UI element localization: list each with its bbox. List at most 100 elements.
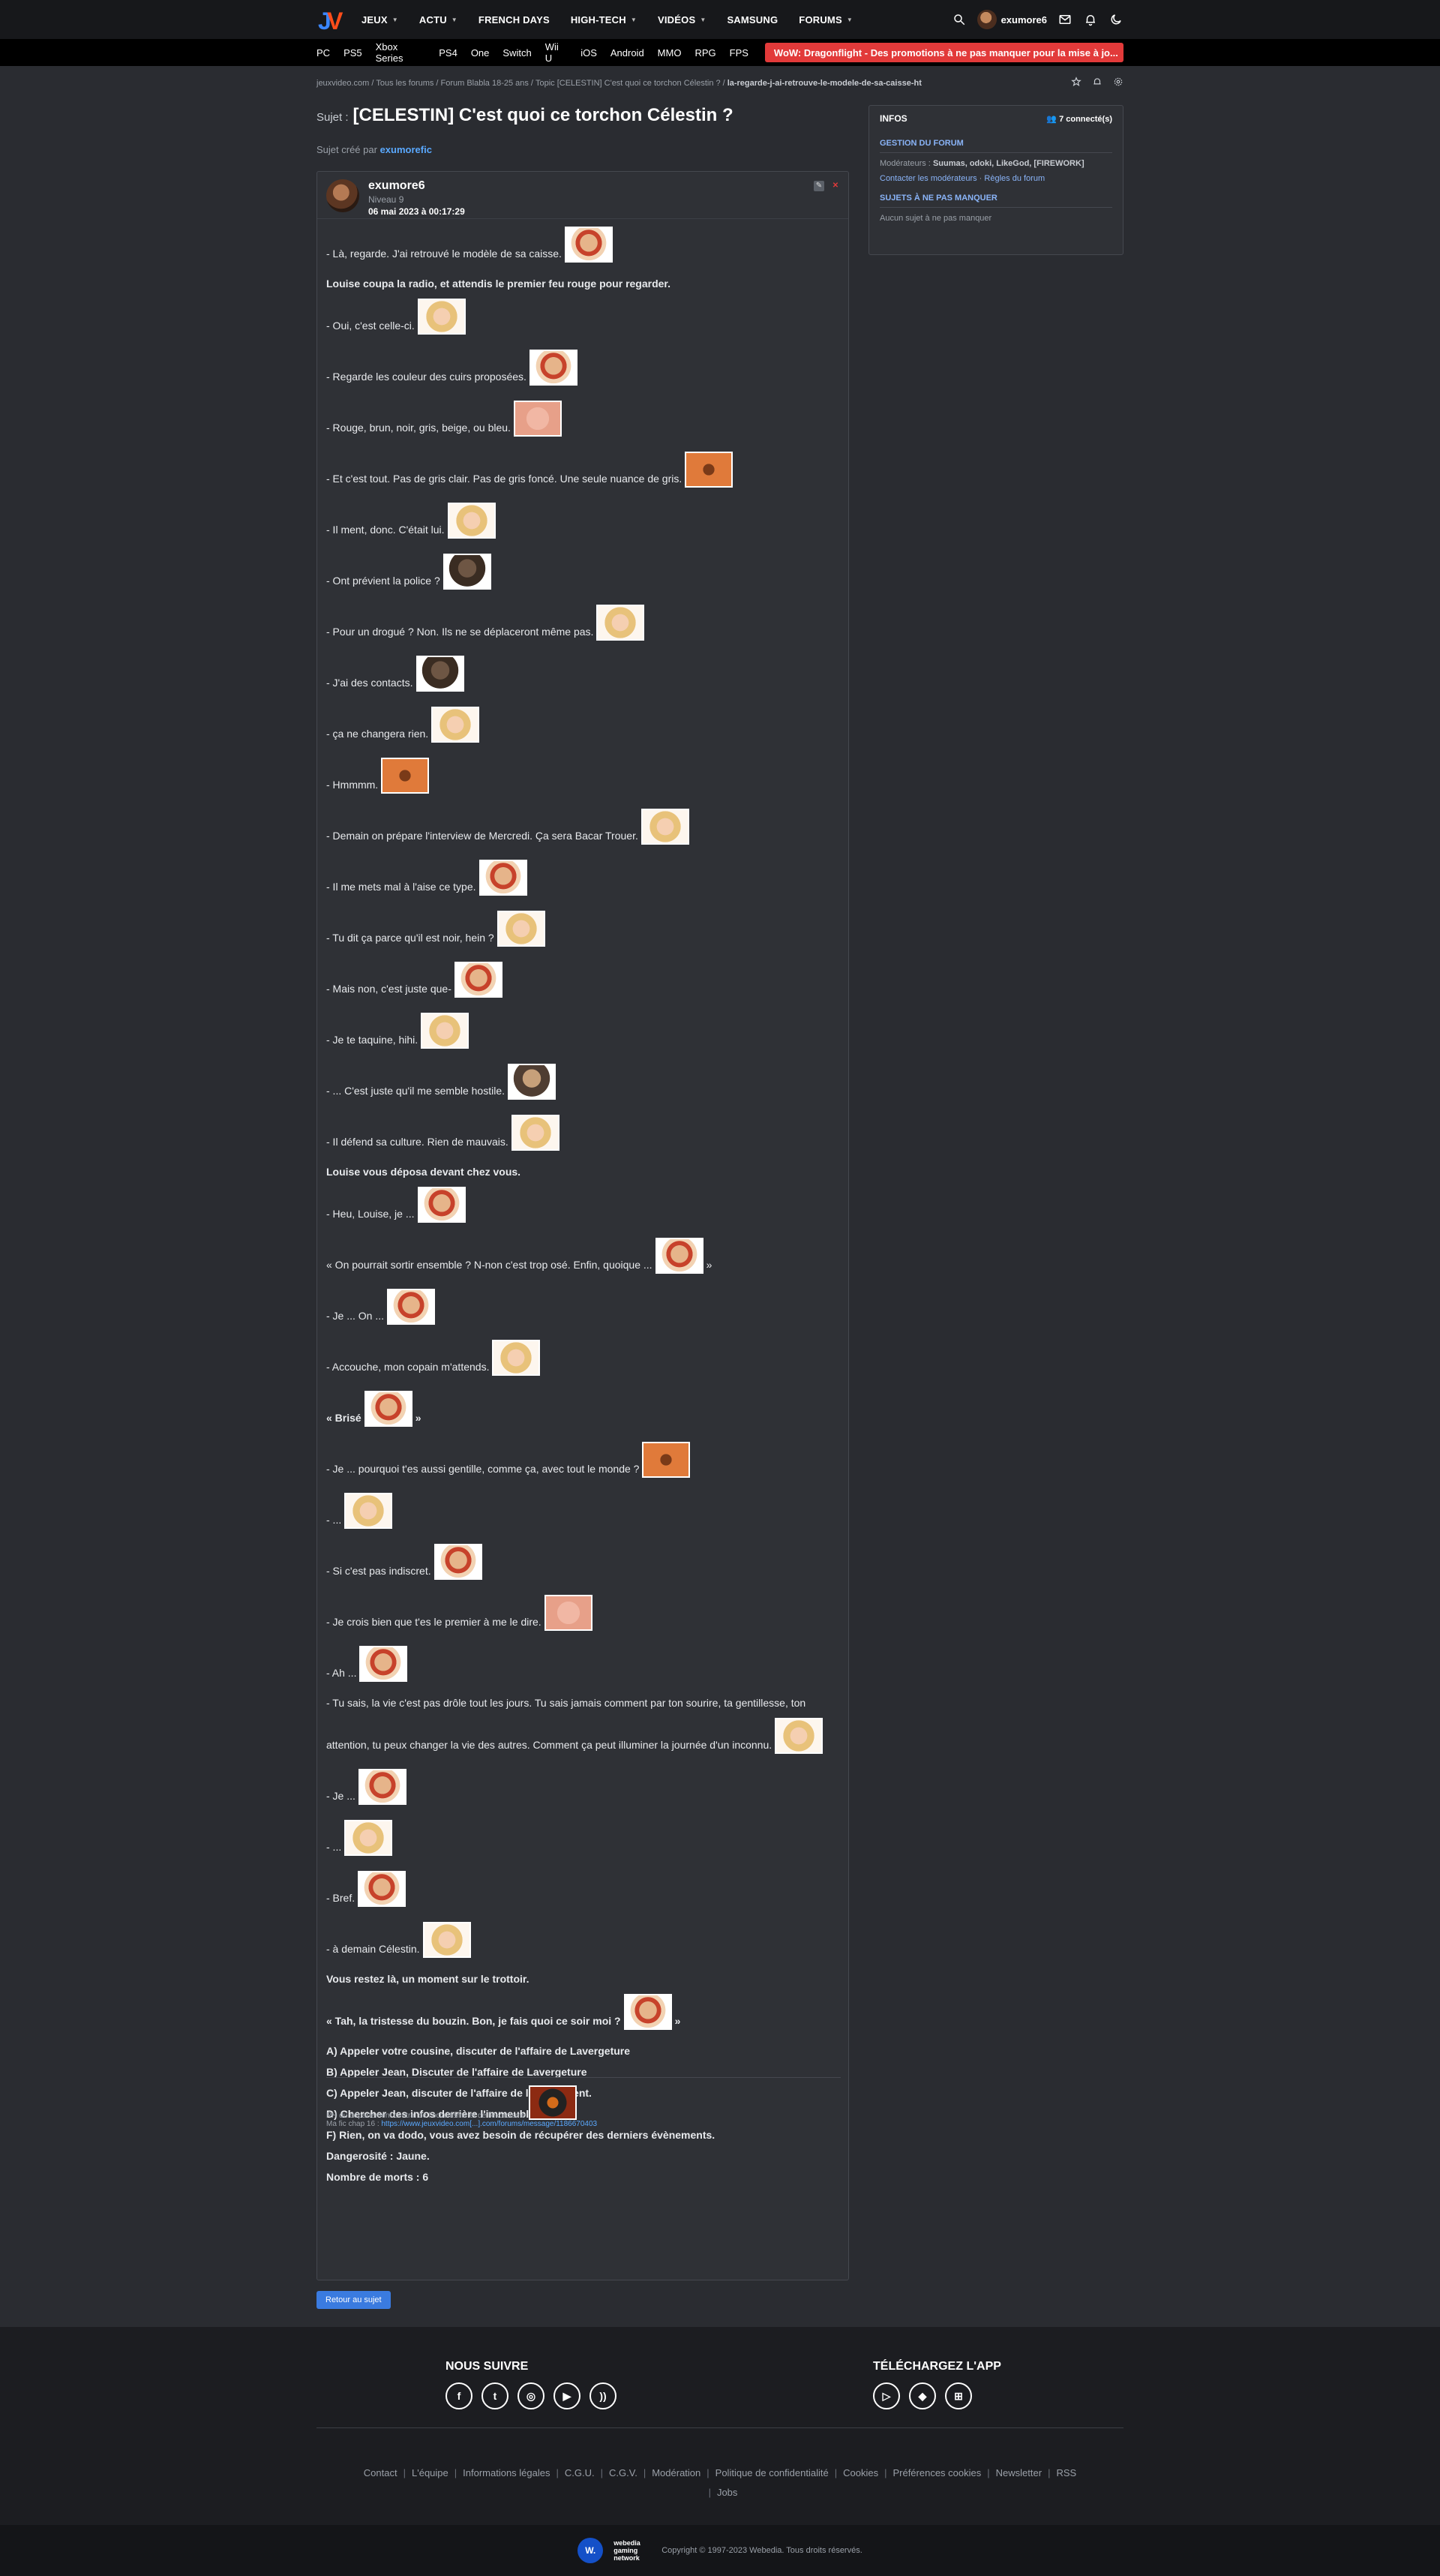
jv-logo[interactable]: JV [316,6,344,35]
sticker-image[interactable] [358,1871,406,1907]
platform-link[interactable]: RPG [694,47,716,59]
platform-link[interactable]: MMO [658,47,682,59]
platform-link[interactable]: Switch [502,47,531,59]
user-menu[interactable]: exumore6 [976,10,1047,29]
forum-rules-link[interactable]: Règles du forum [984,174,1045,183]
sticker-image[interactable] [508,1064,556,1100]
sticker-image[interactable] [685,452,734,488]
rss-icon[interactable]: )) [590,2382,616,2409]
footer-link[interactable]: L'équipe [412,2467,448,2478]
search-icon[interactable] [952,12,967,27]
sticker-image[interactable] [623,1994,672,2030]
platform-link[interactable]: PC [316,47,330,59]
creator-link[interactable]: exumorefic [380,144,432,155]
instagram-icon[interactable]: ◎ [518,2382,544,2409]
platform-link[interactable]: iOS [580,47,597,59]
breadcrumb-item[interactable]: Topic [CELESTIN] C'est quoi ce torchon C… [536,79,721,88]
platform-link[interactable]: One [471,47,490,59]
sticker-image[interactable] [442,554,491,590]
facebook-icon[interactable]: f [446,2382,472,2409]
sticker-image[interactable] [640,809,689,845]
sticker-image[interactable] [421,1013,470,1049]
sticker-image[interactable] [513,401,562,437]
breadcrumb-item[interactable]: Tous les forums [376,79,434,88]
platform-link[interactable]: FPS [730,47,748,59]
sticker-image[interactable] [454,962,502,998]
windows-icon[interactable]: ⊞ [945,2382,972,2409]
breadcrumb-item[interactable]: Forum Blabla 18-25 ans [440,79,528,88]
footer-link[interactable]: Jobs [717,2487,737,2498]
apple-icon[interactable]: ◆ [909,2382,936,2409]
sticker-image[interactable] [478,860,527,896]
menu-item-4[interactable]: VIDÉOS ▼ [658,14,706,26]
promo-banner[interactable]: WoW: Dragonflight - Des promotions à ne … [764,43,1124,62]
sticker-image[interactable] [511,1115,560,1151]
sticker-image[interactable] [359,1646,408,1682]
gear-icon[interactable] [1113,77,1124,89]
sticker-image[interactable] [544,1595,592,1631]
avatar[interactable] [326,179,359,212]
mail-icon[interactable] [1058,12,1072,27]
sticker-image[interactable] [564,227,613,263]
sticker-image[interactable] [596,605,645,641]
footer-link[interactable]: Préférences cookies [892,2467,981,2478]
footer-link[interactable]: C.G.U. [565,2467,595,2478]
platform-link[interactable]: Wii U [545,41,568,64]
menu-item-5[interactable]: SAMSUNG [727,14,778,26]
breadcrumb-item[interactable]: la-regarde-j-ai-retrouve-le-modele-de-sa… [728,79,922,88]
sticker-image[interactable] [775,1718,824,1754]
sticker-image[interactable] [529,350,578,386]
menu-item-6[interactable]: FORUMS ▼ [799,14,853,26]
sticker-image[interactable] [344,1820,393,1856]
menu-item-2[interactable]: FRENCH DAYS [478,14,550,26]
footer-link[interactable]: Contact [364,2467,398,2478]
sticker-image[interactable] [417,299,466,335]
bell-icon[interactable] [1092,77,1102,89]
platform-link[interactable]: PS4 [439,47,458,59]
delete-icon[interactable]: ✕ [830,181,841,191]
sticker-image[interactable] [416,656,464,692]
footer-link[interactable]: C.G.V. [609,2467,638,2478]
sticker-image[interactable] [496,911,545,947]
platform-link[interactable]: PS5 [344,47,362,59]
footer-link[interactable]: Politique de confidentialité [716,2467,829,2478]
breadcrumb-item[interactable]: jeuxvideo.com [316,79,369,88]
post-author[interactable]: exumore6 [368,179,465,193]
footer-link[interactable]: Newsletter [996,2467,1042,2478]
sticker-image[interactable] [358,1769,406,1805]
menu-item-0[interactable]: JEUX ▼ [362,14,398,26]
sticker-image[interactable] [422,1922,471,1958]
sticker-image[interactable] [655,1238,704,1274]
twitter-icon[interactable]: t [482,2382,508,2409]
contact-moderators-link[interactable]: Contacter les modérateurs [880,174,977,183]
edit-icon[interactable]: ✎ [814,181,824,191]
bell-icon[interactable] [1083,12,1098,27]
sticker-image[interactable] [447,503,496,539]
sticker-image[interactable] [642,1442,691,1478]
back-to-topic-button[interactable]: Retour au sujet [316,2291,391,2309]
menu-item-1[interactable]: ACTU ▼ [419,14,458,26]
platform-link[interactable]: Xbox Series [376,41,426,64]
webedia-logo[interactable]: W. [578,2538,604,2563]
signature-link[interactable]: https://www.jeuxvideo.com[...].com/forum… [381,2120,597,2128]
dark-mode-icon[interactable] [1108,12,1124,27]
sticker-image[interactable] [434,1544,482,1580]
sticker-image[interactable] [492,1340,541,1376]
platform-link[interactable]: Android [610,47,644,59]
sticker-image[interactable] [344,1493,393,1529]
menu-item-3[interactable]: HIGH-TECH ▼ [571,14,637,26]
google-play-icon[interactable]: ▷ [873,2382,900,2409]
moderators-list[interactable]: Suumas, odoki, LikeGod, [FIREWORK] [933,159,1084,168]
footer-link[interactable]: RSS [1056,2467,1076,2478]
star-icon[interactable] [1071,77,1082,89]
post-date[interactable]: 06 mai 2023 à 00:17:29 [368,206,465,217]
sticker-image[interactable] [364,1391,412,1427]
sticker-image[interactable] [381,758,430,794]
youtube-icon[interactable]: ▶ [554,2382,580,2409]
footer-link[interactable]: Informations légales [463,2467,550,2478]
sticker-image[interactable] [387,1289,436,1325]
sticker-image[interactable] [417,1187,466,1223]
footer-link[interactable]: Modération [652,2467,700,2478]
sticker-image[interactable] [431,707,480,743]
footer-link[interactable]: Cookies [843,2467,878,2478]
